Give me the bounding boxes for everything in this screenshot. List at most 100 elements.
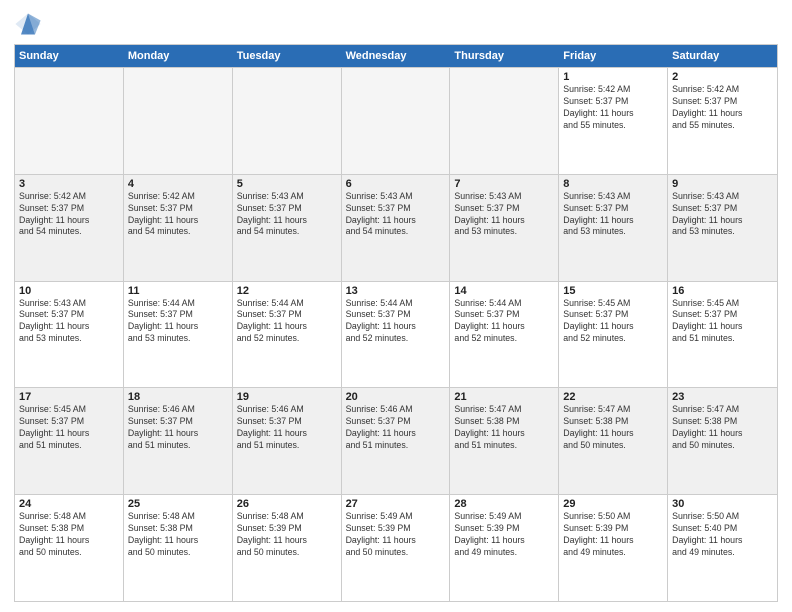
calendar-cell: 16Sunrise: 5:45 AMSunset: 5:37 PMDayligh… [668, 282, 777, 388]
header-day-thursday: Thursday [450, 45, 559, 67]
calendar-header: SundayMondayTuesdayWednesdayThursdayFrid… [15, 45, 777, 67]
logo-icon [14, 10, 42, 38]
calendar-cell: 29Sunrise: 5:50 AMSunset: 5:39 PMDayligh… [559, 495, 668, 601]
calendar-week-2: 3Sunrise: 5:42 AMSunset: 5:37 PMDaylight… [15, 174, 777, 281]
day-info: Sunrise: 5:43 AMSunset: 5:37 PMDaylight:… [672, 191, 773, 239]
header-day-sunday: Sunday [15, 45, 124, 67]
calendar-cell [342, 68, 451, 174]
calendar-cell: 3Sunrise: 5:42 AMSunset: 5:37 PMDaylight… [15, 175, 124, 281]
calendar-cell: 21Sunrise: 5:47 AMSunset: 5:38 PMDayligh… [450, 388, 559, 494]
day-info: Sunrise: 5:42 AMSunset: 5:37 PMDaylight:… [128, 191, 228, 239]
day-number: 21 [454, 391, 554, 403]
header-day-tuesday: Tuesday [233, 45, 342, 67]
day-info: Sunrise: 5:43 AMSunset: 5:37 PMDaylight:… [454, 191, 554, 239]
calendar-cell: 27Sunrise: 5:49 AMSunset: 5:39 PMDayligh… [342, 495, 451, 601]
day-info: Sunrise: 5:49 AMSunset: 5:39 PMDaylight:… [454, 511, 554, 559]
day-info: Sunrise: 5:48 AMSunset: 5:38 PMDaylight:… [19, 511, 119, 559]
day-number: 12 [237, 285, 337, 297]
day-info: Sunrise: 5:44 AMSunset: 5:37 PMDaylight:… [454, 298, 554, 346]
logo [14, 10, 44, 38]
day-number: 11 [128, 285, 228, 297]
day-info: Sunrise: 5:44 AMSunset: 5:37 PMDaylight:… [346, 298, 446, 346]
day-info: Sunrise: 5:42 AMSunset: 5:37 PMDaylight:… [672, 84, 773, 132]
day-info: Sunrise: 5:48 AMSunset: 5:38 PMDaylight:… [128, 511, 228, 559]
day-info: Sunrise: 5:44 AMSunset: 5:37 PMDaylight:… [237, 298, 337, 346]
day-info: Sunrise: 5:47 AMSunset: 5:38 PMDaylight:… [672, 404, 773, 452]
calendar-cell: 12Sunrise: 5:44 AMSunset: 5:37 PMDayligh… [233, 282, 342, 388]
calendar-cell: 26Sunrise: 5:48 AMSunset: 5:39 PMDayligh… [233, 495, 342, 601]
day-info: Sunrise: 5:43 AMSunset: 5:37 PMDaylight:… [237, 191, 337, 239]
calendar-cell [450, 68, 559, 174]
day-info: Sunrise: 5:42 AMSunset: 5:37 PMDaylight:… [19, 191, 119, 239]
day-number: 8 [563, 178, 663, 190]
day-number: 17 [19, 391, 119, 403]
calendar-week-1: 1Sunrise: 5:42 AMSunset: 5:37 PMDaylight… [15, 67, 777, 174]
calendar-cell: 18Sunrise: 5:46 AMSunset: 5:37 PMDayligh… [124, 388, 233, 494]
day-info: Sunrise: 5:44 AMSunset: 5:37 PMDaylight:… [128, 298, 228, 346]
calendar-cell: 13Sunrise: 5:44 AMSunset: 5:37 PMDayligh… [342, 282, 451, 388]
day-info: Sunrise: 5:43 AMSunset: 5:37 PMDaylight:… [346, 191, 446, 239]
header [14, 10, 778, 38]
day-number: 4 [128, 178, 228, 190]
calendar-cell: 23Sunrise: 5:47 AMSunset: 5:38 PMDayligh… [668, 388, 777, 494]
day-number: 30 [672, 498, 773, 510]
day-number: 1 [563, 71, 663, 83]
page: SundayMondayTuesdayWednesdayThursdayFrid… [0, 0, 792, 612]
calendar-cell: 24Sunrise: 5:48 AMSunset: 5:38 PMDayligh… [15, 495, 124, 601]
day-info: Sunrise: 5:49 AMSunset: 5:39 PMDaylight:… [346, 511, 446, 559]
header-day-monday: Monday [124, 45, 233, 67]
calendar-week-5: 24Sunrise: 5:48 AMSunset: 5:38 PMDayligh… [15, 494, 777, 601]
day-info: Sunrise: 5:46 AMSunset: 5:37 PMDaylight:… [237, 404, 337, 452]
day-number: 9 [672, 178, 773, 190]
day-number: 18 [128, 391, 228, 403]
day-info: Sunrise: 5:47 AMSunset: 5:38 PMDaylight:… [454, 404, 554, 452]
day-number: 24 [19, 498, 119, 510]
calendar-cell: 9Sunrise: 5:43 AMSunset: 5:37 PMDaylight… [668, 175, 777, 281]
day-number: 3 [19, 178, 119, 190]
day-number: 26 [237, 498, 337, 510]
day-number: 23 [672, 391, 773, 403]
calendar-cell: 8Sunrise: 5:43 AMSunset: 5:37 PMDaylight… [559, 175, 668, 281]
day-number: 7 [454, 178, 554, 190]
day-info: Sunrise: 5:47 AMSunset: 5:38 PMDaylight:… [563, 404, 663, 452]
calendar-cell: 30Sunrise: 5:50 AMSunset: 5:40 PMDayligh… [668, 495, 777, 601]
calendar-cell: 6Sunrise: 5:43 AMSunset: 5:37 PMDaylight… [342, 175, 451, 281]
day-number: 20 [346, 391, 446, 403]
day-info: Sunrise: 5:45 AMSunset: 5:37 PMDaylight:… [19, 404, 119, 452]
calendar-body: 1Sunrise: 5:42 AMSunset: 5:37 PMDaylight… [15, 67, 777, 601]
day-number: 13 [346, 285, 446, 297]
calendar-cell: 5Sunrise: 5:43 AMSunset: 5:37 PMDaylight… [233, 175, 342, 281]
day-number: 25 [128, 498, 228, 510]
calendar-cell: 11Sunrise: 5:44 AMSunset: 5:37 PMDayligh… [124, 282, 233, 388]
day-number: 29 [563, 498, 663, 510]
calendar-cell: 17Sunrise: 5:45 AMSunset: 5:37 PMDayligh… [15, 388, 124, 494]
day-number: 15 [563, 285, 663, 297]
day-info: Sunrise: 5:45 AMSunset: 5:37 PMDaylight:… [672, 298, 773, 346]
day-number: 10 [19, 285, 119, 297]
day-info: Sunrise: 5:50 AMSunset: 5:39 PMDaylight:… [563, 511, 663, 559]
day-number: 19 [237, 391, 337, 403]
calendar-cell: 15Sunrise: 5:45 AMSunset: 5:37 PMDayligh… [559, 282, 668, 388]
calendar-cell: 19Sunrise: 5:46 AMSunset: 5:37 PMDayligh… [233, 388, 342, 494]
day-number: 2 [672, 71, 773, 83]
day-info: Sunrise: 5:46 AMSunset: 5:37 PMDaylight:… [346, 404, 446, 452]
day-info: Sunrise: 5:48 AMSunset: 5:39 PMDaylight:… [237, 511, 337, 559]
calendar: SundayMondayTuesdayWednesdayThursdayFrid… [14, 44, 778, 602]
day-info: Sunrise: 5:46 AMSunset: 5:37 PMDaylight:… [128, 404, 228, 452]
calendar-cell: 14Sunrise: 5:44 AMSunset: 5:37 PMDayligh… [450, 282, 559, 388]
calendar-cell [15, 68, 124, 174]
calendar-cell: 7Sunrise: 5:43 AMSunset: 5:37 PMDaylight… [450, 175, 559, 281]
day-number: 16 [672, 285, 773, 297]
calendar-cell: 10Sunrise: 5:43 AMSunset: 5:37 PMDayligh… [15, 282, 124, 388]
header-day-wednesday: Wednesday [342, 45, 451, 67]
calendar-cell: 22Sunrise: 5:47 AMSunset: 5:38 PMDayligh… [559, 388, 668, 494]
day-info: Sunrise: 5:42 AMSunset: 5:37 PMDaylight:… [563, 84, 663, 132]
day-number: 28 [454, 498, 554, 510]
day-info: Sunrise: 5:43 AMSunset: 5:37 PMDaylight:… [563, 191, 663, 239]
day-info: Sunrise: 5:50 AMSunset: 5:40 PMDaylight:… [672, 511, 773, 559]
day-info: Sunrise: 5:43 AMSunset: 5:37 PMDaylight:… [19, 298, 119, 346]
day-info: Sunrise: 5:45 AMSunset: 5:37 PMDaylight:… [563, 298, 663, 346]
calendar-cell [124, 68, 233, 174]
header-day-saturday: Saturday [668, 45, 777, 67]
day-number: 6 [346, 178, 446, 190]
